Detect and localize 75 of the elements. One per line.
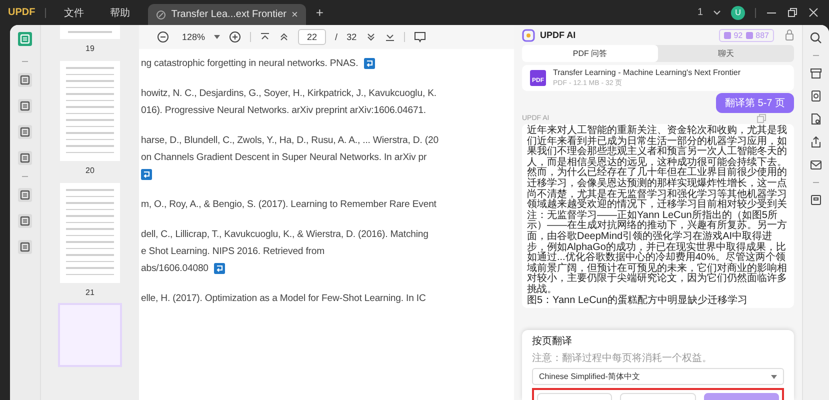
caret-icon [771,374,777,378]
page-thumbnail[interactable] [60,305,120,365]
reference-text: e Shot Learning. NIPS 2016. Retrieved from [141,246,325,257]
page-thumbnail[interactable] [60,25,120,39]
tool-icon[interactable] [17,150,33,166]
mail-icon[interactable] [810,159,822,171]
answer-paragraph: 图5：Yann LeCun的蛋糕配方中明显缺少迁移学习 [527,296,748,306]
share-icon[interactable] [810,136,822,148]
tool-icon[interactable] [17,72,33,88]
tool-icon[interactable] [17,124,33,140]
tool-icon[interactable] [17,239,33,255]
page-total: 32 [346,32,357,42]
reference-text: abs/1606.04080 [141,263,208,274]
last-page-icon[interactable] [384,32,395,42]
reference-text: on Channels Gradient Descent in Super Neural Networks. In arXiv pr [141,152,427,163]
file-name: Transfer Learning - Machine Learning's Next Frontier [553,68,741,77]
mode-tab[interactable]: 聊天 [658,45,794,62]
reference-text: harse, D., Blundell, C., Zwols, Y., Ha, D., Rusu, A. A., ... Wierstra, D. (20 [141,135,438,146]
first-page-icon[interactable] [260,32,270,42]
page-separator: / [335,32,338,42]
close-icon[interactable] [808,7,819,18]
popup-note: 注意：翻译过程中每页将消耗一个权益。 [532,352,713,365]
window-count[interactable]: 1 [697,7,703,18]
ai-logo-icon [522,28,535,42]
page-number: 20 [86,166,94,175]
comment-icon[interactable] [414,31,426,43]
archive-icon[interactable] [810,67,822,79]
tool-icon[interactable] [17,98,33,114]
zoom-level[interactable]: 128% [182,32,206,42]
document-tab[interactable]: Transfer Lea...ext Frontier × [148,4,306,25]
save-icon[interactable] [810,194,822,206]
page-number: 19 [86,44,94,53]
tab-title: Transfer Lea...ext Frontier [171,9,286,20]
menu-item[interactable]: 文件 [64,6,84,20]
page-number: 21 [86,288,94,297]
close-tab-button[interactable]: × [291,8,298,20]
chevron-down-icon[interactable] [713,10,721,16]
new-tab-button[interactable]: + [316,5,324,20]
panel-title: UPDF AI [540,30,576,40]
file-icon[interactable] [810,113,822,125]
reference-text: 016). Progressive Neural Networks. arXiv preprint arXiv:1606.04671. [141,105,426,116]
menu-item[interactable]: 帮助 [110,6,130,20]
restore-icon[interactable] [787,7,798,18]
page-thumbnail[interactable] [60,183,120,283]
answer-paragraph: 然而，为什么已经存在了几十年但在工业界目前很少使用的迁移学习，会像吴恩达预测的那样实现爆炸性增长，这一点尚不清楚，尤其是在无监督学习和强化学习等其他机器学习领域越来越受欢迎的情况下，迁移学习目前相对较少受到关注：无监督学习——正如Yann LeCun所指出的（如图5所示）——在生成对抗网络的推动下，兴趣有所复苏。另一方面，由谷歌DeepMind引领的强化学习在游戏AI中取得进步，例如AlphaGo的成功，并已在现实世界中取得成果，比如通过...优化谷歌数据中心的冷却费用40%。尽管这两个领域前景广阔，但预计在可预见的未来，它们对商业的影响相对较小，主要仍限于尖端研究论文，因为它们仍然面临许多挑战。 [527,168,788,295]
tool-icon[interactable] [17,187,33,203]
mode-tab[interactable]: PDF 问答 [522,45,658,62]
search-icon[interactable] [810,32,822,44]
zoom-in-icon[interactable] [229,31,242,43]
reference-text: howitz, N. C., Desjardins, G., Soyer, H., Kirkpatrick, J., Kavukcuoglu, K. [141,88,436,99]
credit-icon [746,32,753,38]
credit-count: 92 [734,30,743,40]
page-field[interactable]: 22 [298,29,326,45]
caret-icon[interactable] [214,35,220,39]
credit-icon [724,32,731,38]
credit-count: 887 [756,30,769,40]
zoom-out-icon[interactable] [157,31,169,43]
reference-text: m, O., Roy, A., & Bengio, S. (2017). Learning to Remember Rare Event [141,199,436,210]
page-thumbnail[interactable] [60,61,120,161]
link-icon[interactable] [214,263,226,274]
answer-paragraph: 近年来对人工智能的重新关注、资金轮次和收购，尤其是我们近年来看到并已成为日常生活一部分的机器学习应用，如果我们不理会那些悲观主义者和预言另一次人工智能冬天的人，而是相信吴恩达的远见，这种成功很可能会持续下去。 [527,126,788,168]
reader-icon[interactable] [17,31,33,47]
reference-text: dell, C., Lillicrap, T., Kavukcuoglu, K., & Wierstra, D. (2016). Matching [141,229,428,240]
lock-icon[interactable] [785,29,794,41]
reference-text: elle, H. (2017). Optimization as a Model for Few-Shot Learning. In IC [141,293,426,304]
previous-page-icon[interactable] [279,32,290,42]
app-logo: UPDF [8,7,36,18]
language-select[interactable]: Chinese Simplified-简体中文 [532,368,784,385]
tool-icon[interactable] [17,213,33,229]
reference-text: ng catastrophic forgetting in neural networks. PNAS. [141,58,358,69]
next-page-icon[interactable] [366,32,376,42]
user-message: 翻译第 5-7 页 [716,93,794,113]
link-icon[interactable] [364,58,376,69]
link-icon[interactable] [141,169,152,180]
popup-title: 按页翻译 [532,334,573,348]
